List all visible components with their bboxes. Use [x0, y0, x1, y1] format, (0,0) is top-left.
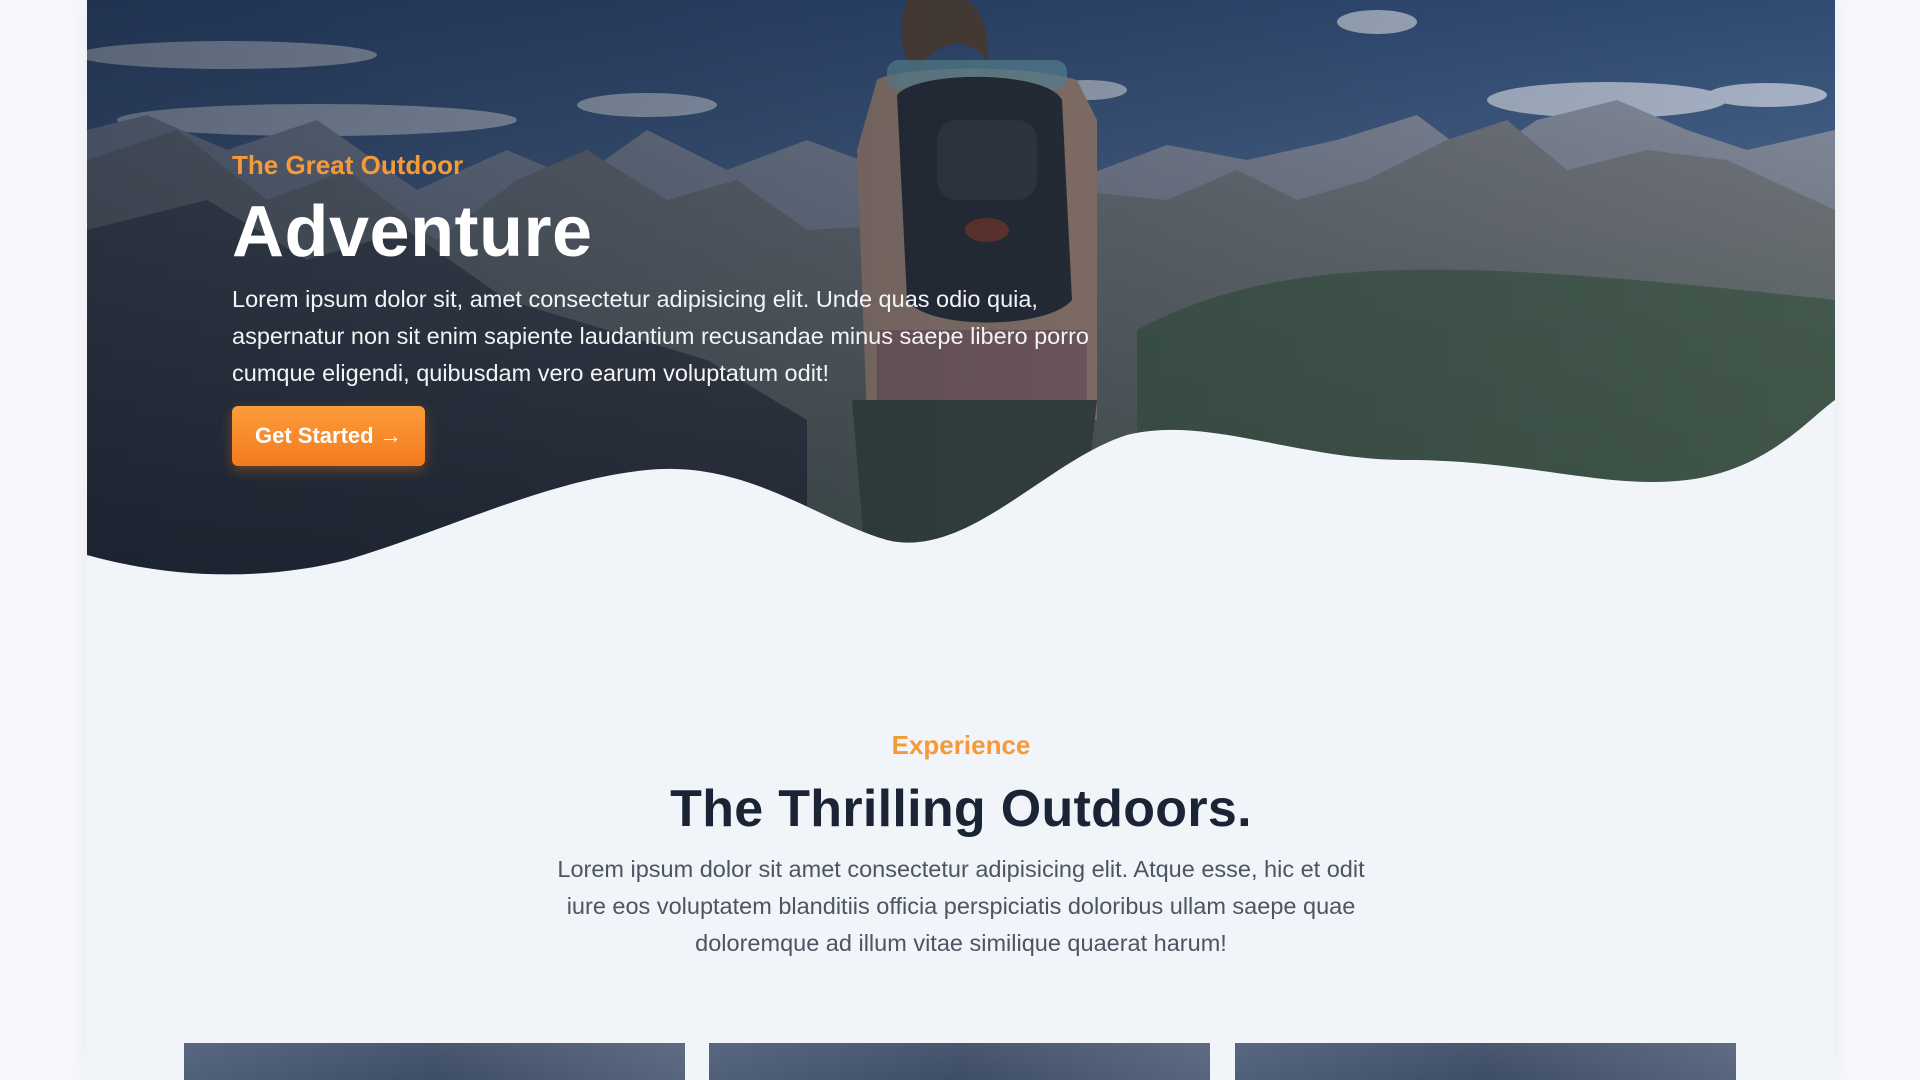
experience-cards — [184, 1043, 1738, 1080]
hero-description: Lorem ipsum dolor sit, amet consectetur … — [232, 285, 1089, 386]
hero-title: Adventure — [232, 192, 593, 272]
landing-page: The Great Outdoor Adventure Lorem ipsum … — [87, 0, 1835, 1080]
experience-description: Lorem ipsum dolor sit amet consectetur a… — [557, 856, 1365, 956]
experience-eyebrow: Experience — [891, 730, 1031, 760]
hero-section: The Great Outdoor Adventure Lorem ipsum … — [87, 0, 1835, 580]
experience-section: Experience The Thrilling Outdoors. Lorem… — [87, 730, 1835, 962]
hero-eyebrow: The Great Outdoor — [232, 150, 464, 180]
get-started-button[interactable]: Get Started → — [232, 405, 425, 466]
hero-content: The Great Outdoor Adventure Lorem ipsum … — [232, 150, 1132, 466]
experience-card-image[interactable] — [709, 1043, 1210, 1080]
experience-title: The Thrilling Outdoors. — [670, 780, 1252, 838]
experience-card-image[interactable] — [1235, 1043, 1736, 1080]
experience-card-image[interactable] — [184, 1043, 685, 1080]
